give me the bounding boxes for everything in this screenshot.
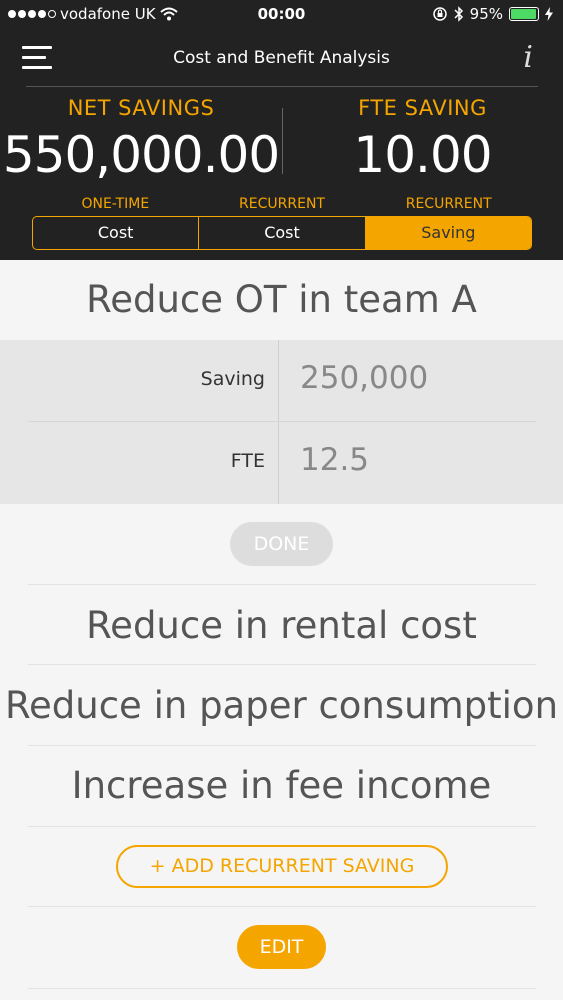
net-savings-block: NET SAVINGS 550,000.00 [0, 96, 282, 184]
selected-item-title[interactable]: Reduce OT in team A [0, 278, 563, 321]
item-editor: Saving 250,000 FTE 12.5 [0, 340, 563, 504]
field-separator [278, 422, 279, 504]
segment-top-label: ONE-TIME [81, 196, 150, 212]
segment-top-label: RECURRENT [239, 196, 325, 212]
fte-field-label: FTE [230, 450, 265, 472]
info-icon[interactable]: i [523, 40, 533, 75]
list-item[interactable]: Reduce in rental cost [0, 604, 563, 647]
list-divider [28, 584, 536, 585]
edit-button[interactable]: EDIT [237, 925, 326, 969]
nav-title: Cost and Benefit Analysis [173, 48, 390, 68]
saving-field-label: Saving [200, 368, 265, 390]
field-separator [278, 340, 279, 421]
editor-divider [28, 421, 536, 422]
list-divider [28, 745, 536, 746]
status-right: 95% [432, 5, 553, 23]
list-divider [28, 664, 536, 665]
orientation-lock-icon [432, 7, 447, 21]
list-item[interactable]: Reduce in paper consumption [0, 684, 563, 727]
list-item[interactable]: Increase in fee income [0, 764, 563, 807]
header: vodafone UK 00:00 95% Cost and Benefit A… [0, 0, 563, 260]
nav-divider [26, 86, 538, 87]
segment-one-time-cost[interactable]: Cost [33, 217, 200, 249]
done-button[interactable]: DONE [230, 522, 333, 566]
charging-bolt-icon [545, 7, 553, 21]
segmented-control: Cost Cost Saving [32, 216, 532, 250]
segment-recurrent-cost[interactable]: Cost [199, 217, 366, 249]
segment-recurrent-saving[interactable]: Saving [365, 217, 531, 249]
battery-percent: 95% [469, 5, 503, 23]
navigation-bar: Cost and Benefit Analysis i [0, 36, 563, 86]
summary: NET SAVINGS 550,000.00 FTE SAVING 10.00 [0, 96, 563, 192]
saving-field-input[interactable]: 250,000 [300, 360, 428, 396]
add-recurrent-saving-button[interactable]: + ADD RECURRENT SAVING [116, 845, 448, 888]
list-divider [28, 988, 536, 989]
status-bar: vodafone UK 00:00 95% [0, 0, 563, 32]
fte-field-input[interactable]: 12.5 [300, 442, 369, 478]
net-savings-value: 550,000.00 [2, 126, 280, 184]
fte-saving-label: FTE SAVING [358, 96, 487, 120]
segment-labels: ONE-TIME RECURRENT RECURRENT [32, 196, 532, 212]
list-divider [28, 826, 536, 827]
bluetooth-icon [454, 6, 463, 22]
fte-saving-block: FTE SAVING 10.00 [282, 96, 563, 184]
net-savings-label: NET SAVINGS [67, 96, 215, 120]
list-divider [28, 906, 536, 907]
fte-saving-value: 10.00 [353, 126, 492, 184]
segment-top-label: RECURRENT [405, 196, 492, 212]
battery-fill [511, 9, 536, 19]
battery-icon [509, 7, 539, 21]
